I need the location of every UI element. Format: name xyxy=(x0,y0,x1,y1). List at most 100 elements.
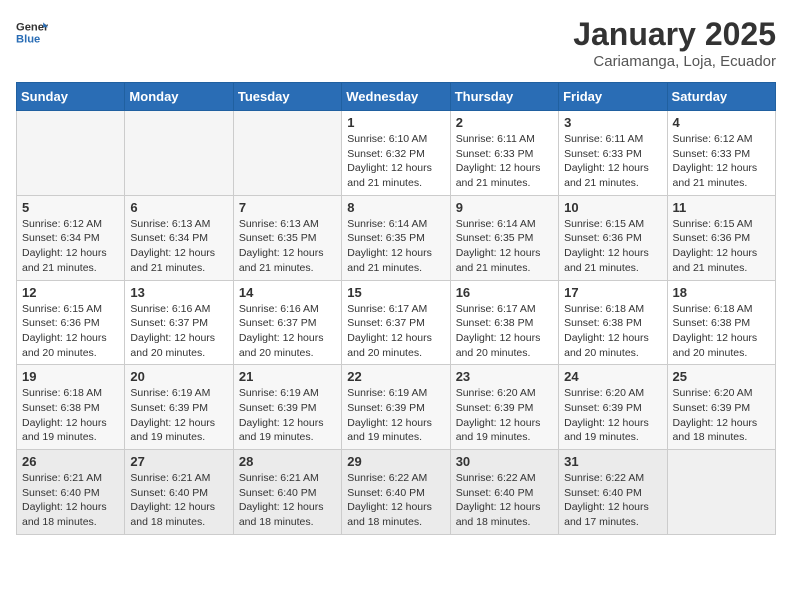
day-number: 16 xyxy=(456,285,553,300)
calendar-day-cell: 1Sunrise: 6:10 AM Sunset: 6:32 PM Daylig… xyxy=(342,111,450,196)
calendar-day-cell: 24 Sunrise: 6:20 AM Sunset: 6:39 PM Dayli… xyxy=(559,365,667,450)
calendar-day-cell: 22Sunrise: 6:19 AM Sunset: 6:39 PM Dayli… xyxy=(342,365,450,450)
day-info: Sunrise: 6:20 AM Sunset: 6:39 PM Dayligh… xyxy=(673,386,770,445)
calendar-day-cell: 4 Sunrise: 6:12 AM Sunset: 6:33 PM Daylig… xyxy=(667,111,775,196)
calendar-day-cell: 12 Sunrise: 6:15 AM Sunset: 6:36 PM Dayli… xyxy=(17,280,125,365)
day-info: Sunrise: 6:18 AM Sunset: 6:38 PM Dayligh… xyxy=(564,302,661,361)
calendar-day-cell xyxy=(233,111,341,196)
day-info: Sunrise: 6:12 AM Sunset: 6:33 PM Dayligh… xyxy=(673,132,770,191)
day-number: 14 xyxy=(239,285,336,300)
calendar-day-cell: 10 Sunrise: 6:15 AM Sunset: 6:36 PM Dayli… xyxy=(559,195,667,280)
calendar-day-cell: 13 Sunrise: 6:16 AM Sunset: 6:37 PM Dayli… xyxy=(125,280,233,365)
day-number: 18 xyxy=(673,285,770,300)
day-info: Sunrise: 6:20 AM Sunset: 6:39 PM Dayligh… xyxy=(456,386,553,445)
day-info: Sunrise: 6:18 AM Sunset: 6:38 PM Dayligh… xyxy=(673,302,770,361)
weekday-header-row: SundayMondayTuesdayWednesdayThursdayFrid… xyxy=(17,83,776,111)
day-number: 28 xyxy=(239,454,336,469)
day-number: 27 xyxy=(130,454,227,469)
day-info: Sunrise: 6:14 AM Sunset: 6:35 PM Dayligh… xyxy=(456,217,553,276)
day-info: Sunrise: 6:19 AM Sunset: 6:39 PM Dayligh… xyxy=(130,386,227,445)
weekday-header: Friday xyxy=(559,83,667,111)
weekday-header: Tuesday xyxy=(233,83,341,111)
day-info: Sunrise: 6:22 AM Sunset: 6:40 PM Dayligh… xyxy=(456,471,553,530)
day-number: 29 xyxy=(347,454,444,469)
day-number: 2 xyxy=(456,115,553,130)
day-info: Sunrise: 6:10 AM Sunset: 6:32 PM Dayligh… xyxy=(347,132,444,191)
day-number: 11 xyxy=(673,200,770,215)
day-info: Sunrise: 6:20 AM Sunset: 6:39 PM Dayligh… xyxy=(564,386,661,445)
day-number: 20 xyxy=(130,369,227,384)
calendar-week-row: 26 Sunrise: 6:21 AM Sunset: 6:40 PM Dayli… xyxy=(17,450,776,535)
day-number: 17 xyxy=(564,285,661,300)
calendar-day-cell: 17 Sunrise: 6:18 AM Sunset: 6:38 PM Dayli… xyxy=(559,280,667,365)
calendar-day-cell: 27Sunrise: 6:21 AM Sunset: 6:40 PM Dayli… xyxy=(125,450,233,535)
day-info: Sunrise: 6:16 AM Sunset: 6:37 PM Dayligh… xyxy=(239,302,336,361)
day-info: Sunrise: 6:17 AM Sunset: 6:37 PM Dayligh… xyxy=(347,302,444,361)
calendar-week-row: 19Sunrise: 6:18 AM Sunset: 6:38 PM Dayli… xyxy=(17,365,776,450)
calendar-day-cell: 29 Sunrise: 6:22 AM Sunset: 6:40 PM Dayli… xyxy=(342,450,450,535)
weekday-header: Wednesday xyxy=(342,83,450,111)
calendar-day-cell: 19Sunrise: 6:18 AM Sunset: 6:38 PM Dayli… xyxy=(17,365,125,450)
calendar-day-cell: 30 Sunrise: 6:22 AM Sunset: 6:40 PM Dayli… xyxy=(450,450,558,535)
day-info: Sunrise: 6:11 AM Sunset: 6:33 PM Dayligh… xyxy=(456,132,553,191)
calendar-day-cell: 9 Sunrise: 6:14 AM Sunset: 6:35 PM Daylig… xyxy=(450,195,558,280)
day-info: Sunrise: 6:13 AM Sunset: 6:35 PM Dayligh… xyxy=(239,217,336,276)
day-number: 9 xyxy=(456,200,553,215)
calendar-day-cell: 11 Sunrise: 6:15 AM Sunset: 6:36 PM Dayli… xyxy=(667,195,775,280)
calendar-day-cell: 15 Sunrise: 6:17 AM Sunset: 6:37 PM Dayli… xyxy=(342,280,450,365)
day-number: 22 xyxy=(347,369,444,384)
weekday-header: Monday xyxy=(125,83,233,111)
day-info: Sunrise: 6:13 AM Sunset: 6:34 PM Dayligh… xyxy=(130,217,227,276)
day-info: Sunrise: 6:15 AM Sunset: 6:36 PM Dayligh… xyxy=(564,217,661,276)
day-number: 21 xyxy=(239,369,336,384)
calendar-day-cell: 7 Sunrise: 6:13 AM Sunset: 6:35 PM Daylig… xyxy=(233,195,341,280)
day-info: Sunrise: 6:19 AM Sunset: 6:39 PM Dayligh… xyxy=(239,386,336,445)
calendar-day-cell: 20 Sunrise: 6:19 AM Sunset: 6:39 PM Dayli… xyxy=(125,365,233,450)
day-number: 4 xyxy=(673,115,770,130)
calendar-day-cell: 16Sunrise: 6:17 AM Sunset: 6:38 PM Dayli… xyxy=(450,280,558,365)
day-number: 5 xyxy=(22,200,119,215)
day-number: 13 xyxy=(130,285,227,300)
day-info: Sunrise: 6:14 AM Sunset: 6:35 PM Dayligh… xyxy=(347,217,444,276)
calendar-day-cell: 6 Sunrise: 6:13 AM Sunset: 6:34 PM Daylig… xyxy=(125,195,233,280)
day-number: 6 xyxy=(130,200,227,215)
calendar-day-cell: 23 Sunrise: 6:20 AM Sunset: 6:39 PM Dayli… xyxy=(450,365,558,450)
day-number: 3 xyxy=(564,115,661,130)
weekday-header: Thursday xyxy=(450,83,558,111)
calendar-day-cell: 25 Sunrise: 6:20 AM Sunset: 6:39 PM Dayli… xyxy=(667,365,775,450)
calendar-day-cell xyxy=(17,111,125,196)
calendar-table: SundayMondayTuesdayWednesdayThursdayFrid… xyxy=(16,82,776,535)
day-number: 26 xyxy=(22,454,119,469)
day-info: Sunrise: 6:22 AM Sunset: 6:40 PM Dayligh… xyxy=(347,471,444,530)
day-info: Sunrise: 6:21 AM Sunset: 6:40 PM Dayligh… xyxy=(239,471,336,530)
day-number: 30 xyxy=(456,454,553,469)
day-number: 19 xyxy=(22,369,119,384)
day-number: 15 xyxy=(347,285,444,300)
calendar-day-cell: 5 Sunrise: 6:12 AM Sunset: 6:34 PM Daylig… xyxy=(17,195,125,280)
day-number: 7 xyxy=(239,200,336,215)
day-info: Sunrise: 6:15 AM Sunset: 6:36 PM Dayligh… xyxy=(22,302,119,361)
weekday-header: Sunday xyxy=(17,83,125,111)
calendar-day-cell: 18 Sunrise: 6:18 AM Sunset: 6:38 PM Dayli… xyxy=(667,280,775,365)
page-header: General Blue January 2025 Cariamanga, Lo… xyxy=(16,16,776,70)
day-number: 24 xyxy=(564,369,661,384)
day-number: 23 xyxy=(456,369,553,384)
day-info: Sunrise: 6:12 AM Sunset: 6:34 PM Dayligh… xyxy=(22,217,119,276)
day-info: Sunrise: 6:16 AM Sunset: 6:37 PM Dayligh… xyxy=(130,302,227,361)
day-number: 25 xyxy=(673,369,770,384)
calendar-day-cell: 21 Sunrise: 6:19 AM Sunset: 6:39 PM Dayli… xyxy=(233,365,341,450)
calendar-day-cell: 31Sunrise: 6:22 AM Sunset: 6:40 PM Dayli… xyxy=(559,450,667,535)
day-number: 10 xyxy=(564,200,661,215)
calendar-day-cell xyxy=(125,111,233,196)
calendar-subtitle: Cariamanga, Loja, Ecuador xyxy=(573,53,776,70)
calendar-day-cell: 8 Sunrise: 6:14 AM Sunset: 6:35 PM Daylig… xyxy=(342,195,450,280)
calendar-day-cell: 28 Sunrise: 6:21 AM Sunset: 6:40 PM Dayli… xyxy=(233,450,341,535)
calendar-day-cell: 3Sunrise: 6:11 AM Sunset: 6:33 PM Daylig… xyxy=(559,111,667,196)
calendar-day-cell: 26Sunrise: 6:21 AM Sunset: 6:40 PM Dayli… xyxy=(17,450,125,535)
calendar-day-cell xyxy=(667,450,775,535)
calendar-day-cell: 2 Sunrise: 6:11 AM Sunset: 6:33 PM Daylig… xyxy=(450,111,558,196)
day-info: Sunrise: 6:15 AM Sunset: 6:36 PM Dayligh… xyxy=(673,217,770,276)
day-number: 8 xyxy=(347,200,444,215)
calendar-week-row: 12 Sunrise: 6:15 AM Sunset: 6:36 PM Dayli… xyxy=(17,280,776,365)
day-number: 12 xyxy=(22,285,119,300)
